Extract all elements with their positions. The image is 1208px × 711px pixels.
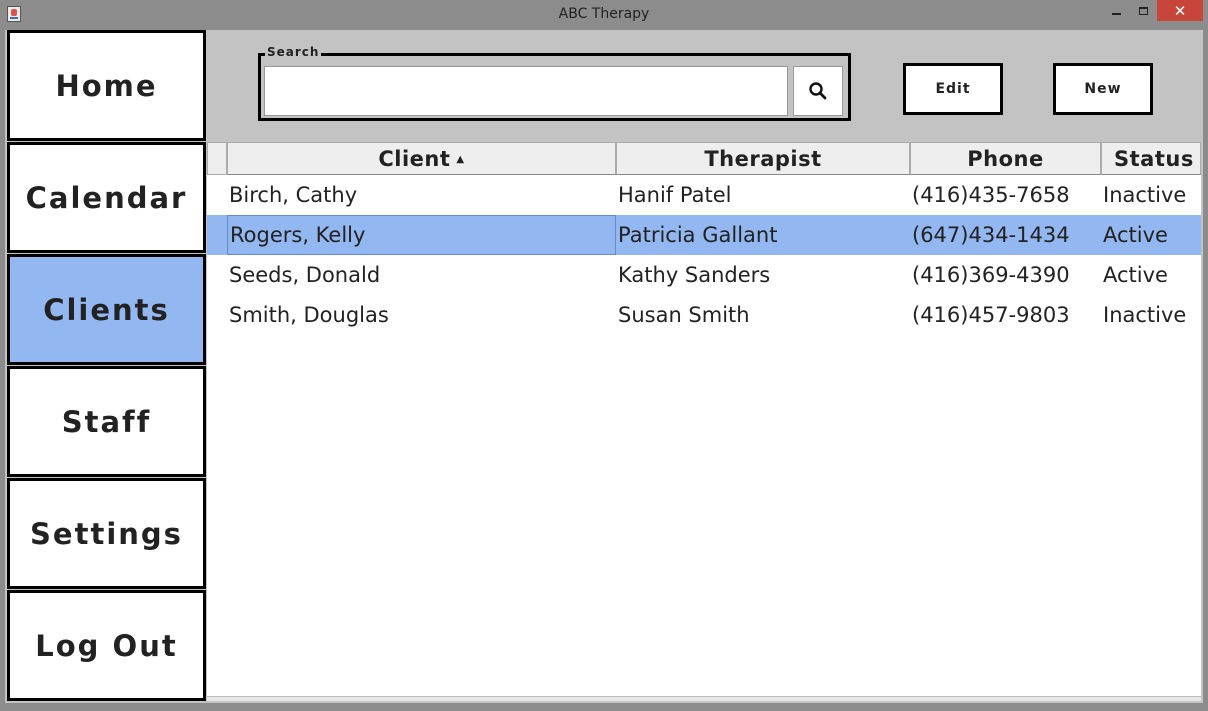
cell-client: Rogers, Kelly [227,215,616,255]
cell-therapist: Hanif Patel [618,183,732,207]
cell-status: Inactive [1103,303,1187,327]
cell-phone: (416)369-4390 [912,263,1070,287]
maximize-icon [1138,6,1148,15]
title-bar: ABC Therapy ✕ [0,0,1208,30]
table-header: Client ▲ Therapist Phone Status [207,142,1201,175]
cell-status: Active [1103,263,1168,287]
column-header-label: Client [378,146,451,171]
sidebar-item-home[interactable]: Home [7,30,206,141]
cell-status: Inactive [1103,183,1187,207]
sidebar-item-clients[interactable]: Clients [7,254,206,365]
column-header-client[interactable]: Client ▲ [227,142,616,175]
column-header-label: Phone [967,146,1044,171]
table-header-corner [207,142,227,175]
cell-therapist: Susan Smith [618,303,750,327]
table-row[interactable]: Smith, Douglas Susan Smith (416)457-9803… [207,295,1201,335]
app-frame: Home Calendar Clients Staff Settings Log… [5,30,1203,703]
column-header-label: Therapist [704,146,822,171]
close-icon: ✕ [1173,1,1187,20]
cell-phone: (647)434-1434 [912,223,1070,247]
sort-ascending-icon: ▲ [456,154,465,165]
cell-therapist: Patricia Gallant [618,223,778,247]
table-row[interactable]: Birch, Cathy Hanif Patel (416)435-7658 I… [207,175,1201,215]
column-header-label: Status [1114,146,1194,171]
sidebar-item-log-out[interactable]: Log Out [7,590,206,701]
minimize-icon [1111,12,1121,15]
window-title: ABC Therapy [558,6,650,22]
search-legend: Search [265,45,322,59]
maximize-button[interactable] [1130,0,1156,21]
search-input[interactable] [264,66,788,116]
column-header-phone[interactable]: Phone [910,142,1101,175]
sidebar: Home Calendar Clients Staff Settings Log… [5,30,207,703]
search-group: Search [258,45,851,121]
sidebar-item-calendar[interactable]: Calendar [7,142,206,253]
column-header-therapist[interactable]: Therapist [616,142,910,175]
cell-client: Birch, Cathy [229,183,358,207]
edit-button[interactable]: Edit [903,63,1003,115]
horizontal-scrollbar[interactable] [207,696,1201,701]
cell-client: Seeds, Donald [229,263,381,287]
close-button[interactable]: ✕ [1157,0,1203,21]
table-row[interactable]: Seeds, Donald Kathy Sanders (416)369-439… [207,255,1201,295]
cell-phone: (416)457-9803 [912,303,1070,327]
new-button[interactable]: New [1053,63,1153,115]
cell-therapist: Kathy Sanders [618,263,771,287]
sidebar-item-staff[interactable]: Staff [7,366,206,477]
column-header-status[interactable]: Status [1101,142,1201,175]
cell-client: Smith, Douglas [229,303,389,327]
cell-phone: (416)435-7658 [912,183,1070,207]
sidebar-item-settings[interactable]: Settings [7,478,206,589]
cell-status: Active [1103,223,1168,247]
minimize-button[interactable] [1103,0,1129,21]
search-button[interactable] [793,66,843,116]
table-row-selected[interactable]: Rogers, Kelly Patricia Gallant (647)434-… [207,215,1201,255]
clients-table: Client ▲ Therapist Phone Status Birch, C… [207,142,1201,696]
search-icon [809,82,827,100]
